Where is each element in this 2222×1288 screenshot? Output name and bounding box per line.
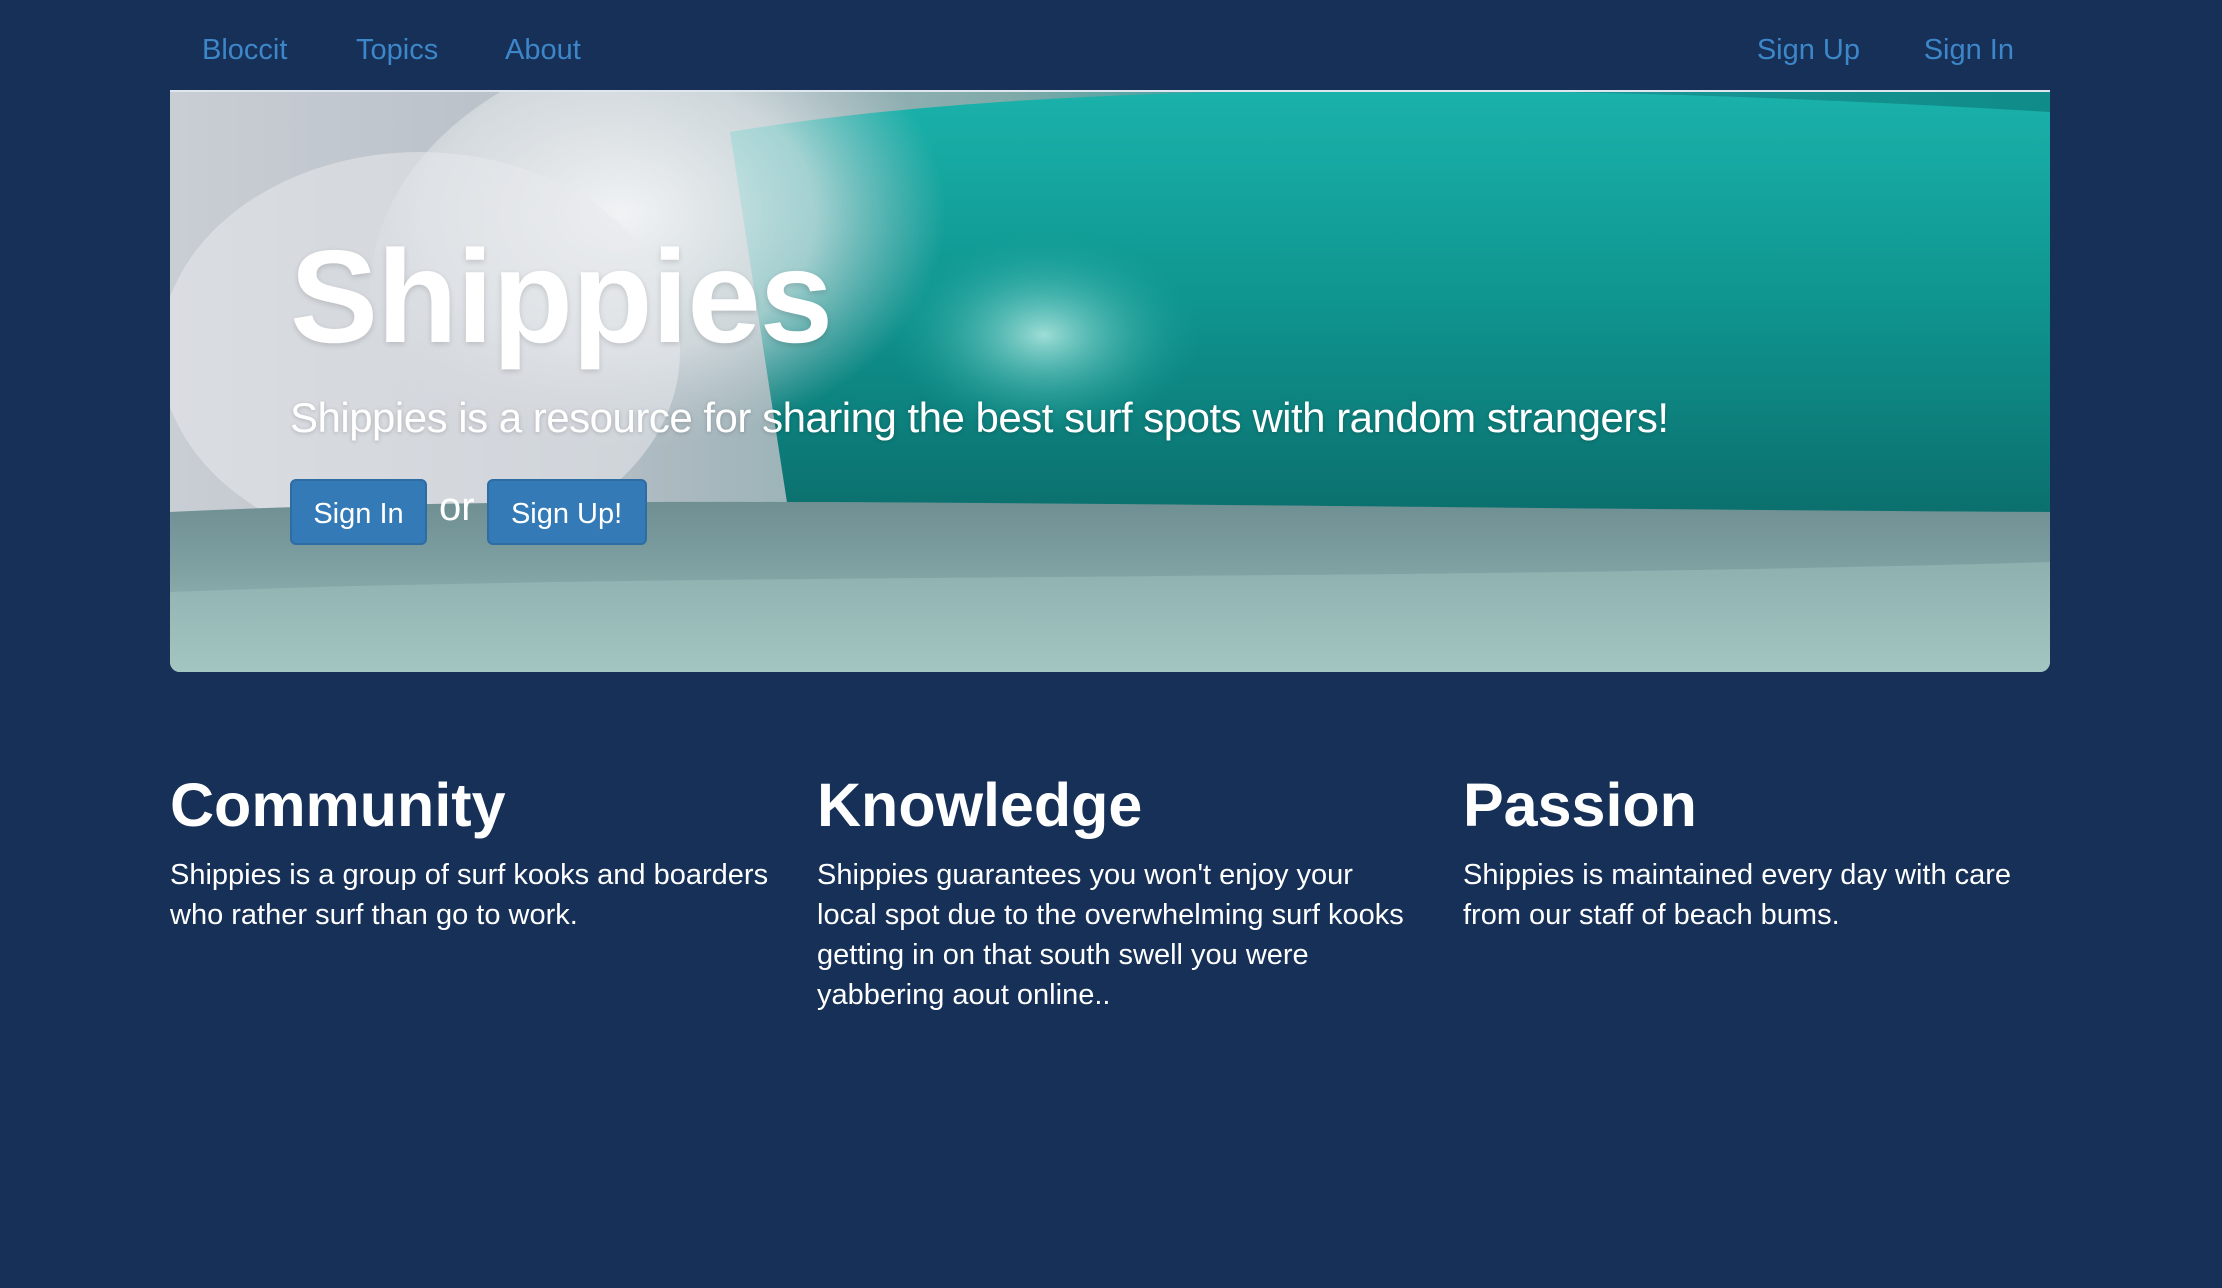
feature-text: Shippies is maintained every day with ca… xyxy=(1463,859,2012,931)
nav-about-link[interactable]: About xyxy=(505,30,581,70)
feature-title: Knowledge xyxy=(817,771,1143,839)
nav-sign-in-link[interactable]: Sign In xyxy=(1924,30,2014,70)
feature-knowledge: Knowledge Shippies guarantees you won't … xyxy=(817,765,1417,1015)
hero-subtitle: Shippies is a resource for sharing the b… xyxy=(290,394,1669,441)
hero-sign-up-button[interactable]: Sign Up! xyxy=(486,479,647,545)
wave-background-image xyxy=(170,92,2050,672)
top-navbar: Bloccit Topics About Sign Up Sign In xyxy=(170,0,2050,92)
brand-link[interactable]: Bloccit xyxy=(202,30,287,70)
feature-passion: Passion Shippies is maintained every day… xyxy=(1463,765,2063,935)
nav-topics-link[interactable]: Topics xyxy=(356,30,438,70)
feature-text: Shippies guarantees you won't enjoy your… xyxy=(817,859,1404,1011)
hero-sign-in-button[interactable]: Sign In xyxy=(290,479,427,545)
or-text: or xyxy=(439,484,475,529)
feature-community: Community Shippies is a group of surf ko… xyxy=(170,765,770,935)
feature-title: Passion xyxy=(1463,771,1697,839)
hero-actions: Sign In or Sign Up! xyxy=(290,478,647,546)
feature-text: Shippies is a group of surf kooks and bo… xyxy=(170,859,769,931)
hero-title: Shippies xyxy=(290,223,833,370)
nav-sign-up-link[interactable]: Sign Up xyxy=(1757,30,1860,70)
page: Bloccit Topics About Sign Up Sign In Shi… xyxy=(0,0,2222,1288)
feature-title: Community xyxy=(170,771,506,839)
hero-jumbotron: Shippies Shippies is a resource for shar… xyxy=(170,92,2050,672)
